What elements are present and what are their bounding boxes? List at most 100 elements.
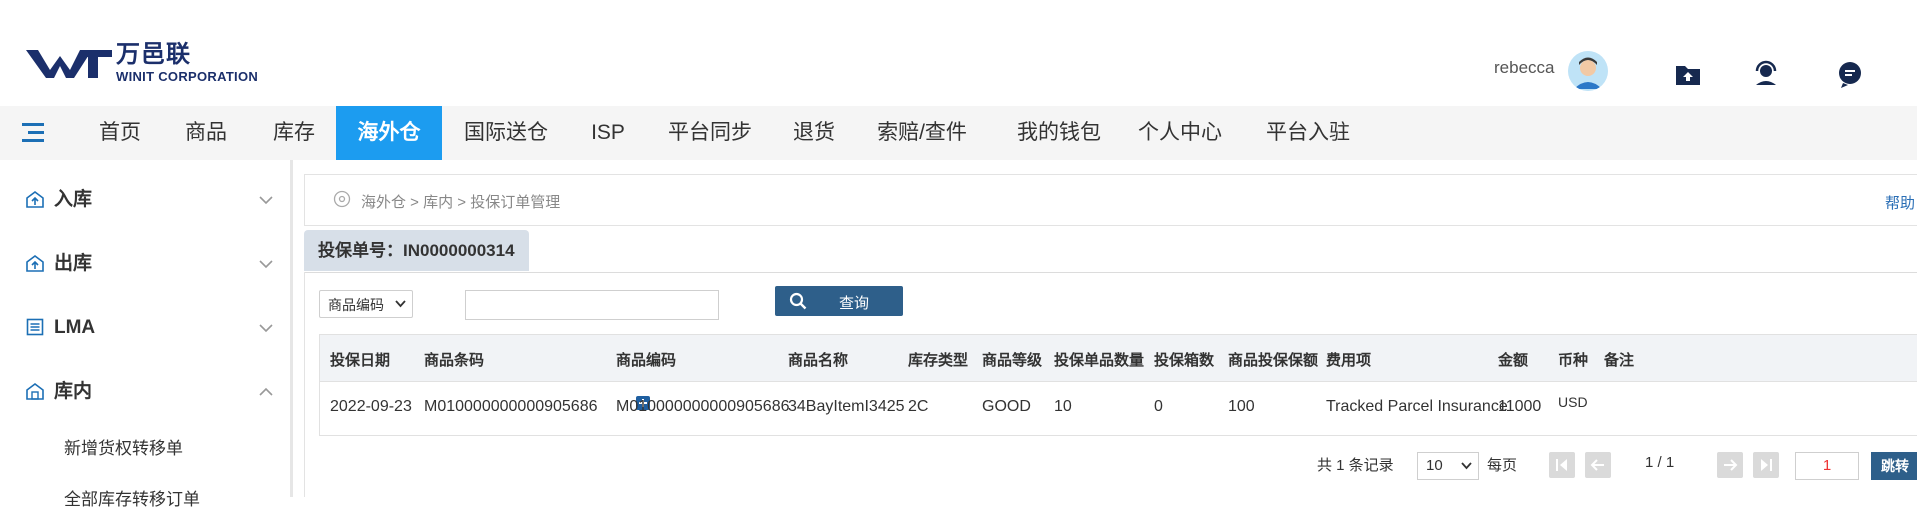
- prev-page-button[interactable]: [1585, 452, 1611, 478]
- cell-quantity: 10: [1054, 398, 1072, 415]
- menu-toggle-icon[interactable]: [22, 122, 46, 144]
- search-icon: [789, 292, 807, 310]
- sidebar-group-label: 入库: [54, 189, 93, 210]
- cell-product-code: M010000000000905686: [616, 398, 790, 415]
- sidebar-group-lma[interactable]: LMA: [24, 308, 274, 348]
- breadcrumb-text: 海外仓 > 库内 > 投保订单管理: [361, 194, 561, 211]
- username[interactable]: rebecca: [1494, 58, 1554, 78]
- main-nav: 首页 商品 库存 海外仓 国际送仓 ISP 平台同步 退货 索赔/查件 我的钱包…: [0, 106, 1917, 160]
- next-page-button[interactable]: [1717, 452, 1743, 478]
- cell-amount: 11000: [1498, 398, 1542, 415]
- avatar[interactable]: [1568, 51, 1608, 91]
- column-header[interactable]: 商品等级: [982, 349, 1042, 370]
- cell-cartons: 0: [1154, 398, 1163, 415]
- last-page-icon: [1761, 459, 1772, 471]
- page-number-input[interactable]: 1: [1795, 452, 1859, 480]
- cell-currency: USD: [1558, 394, 1588, 410]
- chevron-down-icon: [395, 300, 406, 308]
- arrow-right-icon: [1724, 459, 1738, 471]
- first-page-button[interactable]: [1549, 452, 1575, 478]
- query-button[interactable]: 查询: [775, 286, 903, 316]
- nav-item-user-center[interactable]: 个人中心: [1130, 106, 1230, 160]
- column-header[interactable]: 金额: [1498, 349, 1528, 370]
- column-header[interactable]: 投保箱数: [1154, 349, 1214, 370]
- breadcrumb: 海外仓 > 库内 > 投保订单管理 帮助: [304, 174, 1917, 226]
- query-button-label: 查询: [839, 295, 870, 312]
- folder-upload-icon[interactable]: [1672, 58, 1704, 90]
- page-status: 1 / 1: [1645, 454, 1675, 471]
- pager-total: 共 1 条记录: [1317, 457, 1394, 474]
- tab-bar: 投保单号：IN0000000314: [304, 230, 1917, 273]
- chevron-down-icon: [259, 260, 273, 269]
- nav-item-products[interactable]: 商品: [174, 106, 238, 160]
- column-header[interactable]: 商品条码: [424, 349, 484, 370]
- support-icon[interactable]: [1750, 58, 1782, 90]
- nav-item-overseas-warehouse[interactable]: 海外仓: [336, 106, 442, 160]
- nav-item-wallet[interactable]: 我的钱包: [1004, 106, 1114, 160]
- sidebar-group-inbound[interactable]: 入库: [24, 180, 274, 220]
- nav-item-platform-sync[interactable]: 平台同步: [660, 106, 760, 160]
- table-row[interactable]: 2022-09-23 M010000000000905686 M01000000…: [320, 382, 1917, 432]
- column-header[interactable]: 备注: [1604, 349, 1634, 370]
- winit-logo-mark: [26, 50, 112, 78]
- location-pin-icon: [333, 190, 351, 208]
- column-header[interactable]: 商品名称: [788, 349, 848, 370]
- column-header[interactable]: 费用项: [1326, 349, 1371, 370]
- column-header[interactable]: 商品投保保额: [1228, 349, 1318, 370]
- cell-grade: GOOD: [982, 398, 1031, 415]
- header: 万邑联 WINIT CORPORATION rebecca: [0, 0, 1917, 91]
- search-field-select[interactable]: 商品编码: [319, 290, 413, 318]
- column-header[interactable]: 商品编码: [616, 349, 676, 370]
- arrow-left-icon: [1590, 459, 1604, 471]
- first-page-icon: [1556, 459, 1567, 471]
- search-field-select-value: 商品编码: [328, 297, 384, 313]
- sidebar-item-new-ownership-transfer[interactable]: 新增货权转移单: [64, 434, 183, 459]
- help-link[interactable]: 帮助: [1885, 192, 1915, 213]
- sidebar-item-all-transfer-orders[interactable]: 全部库存转移订单: [64, 485, 200, 510]
- cell-insured-amount: 100: [1228, 398, 1255, 415]
- nav-item-international-shipping[interactable]: 国际送仓: [458, 106, 554, 160]
- warehouse-in-icon: [26, 191, 44, 208]
- sidebar-group-outbound[interactable]: 出库: [24, 244, 274, 284]
- nav-item-returns[interactable]: 退货: [782, 106, 846, 160]
- column-header[interactable]: 币种: [1558, 349, 1588, 370]
- chevron-down-icon: [259, 324, 273, 333]
- nav-item-claims[interactable]: 索赔/查件: [872, 106, 972, 160]
- brand-logo[interactable]: 万邑联 WINIT CORPORATION: [26, 38, 258, 88]
- page-size-value: 10: [1426, 457, 1443, 474]
- sidebar: 入库 出库 LMA 库内 新增货权转移单 全部库存转移订单: [0, 160, 293, 509]
- table-header: 投保日期 商品条码 商品编码 商品名称 库存类型 商品等级 投保单品数量 投保箱…: [320, 335, 1917, 382]
- sidebar-group-label: 库内: [54, 381, 93, 402]
- chevron-down-icon: [259, 196, 273, 205]
- warehouse-icon: [26, 383, 44, 400]
- logo-chinese-text: 万邑联: [116, 41, 191, 68]
- nav-item-home[interactable]: 首页: [88, 106, 152, 160]
- cell-fee-item: Tracked Parcel Insurance: [1326, 398, 1508, 415]
- column-header[interactable]: 库存类型: [908, 349, 968, 370]
- avatar-icon: [1568, 51, 1608, 91]
- jump-button[interactable]: 跳转: [1871, 452, 1917, 480]
- cell-product-name: 34BayItemI3425: [788, 398, 905, 415]
- column-header[interactable]: 投保日期: [330, 349, 390, 370]
- logo-english-text: WINIT CORPORATION: [116, 69, 259, 84]
- sidebar-group-in-warehouse[interactable]: 库内: [24, 372, 274, 412]
- message-icon[interactable]: [1834, 58, 1866, 90]
- nav-item-platform-onboarding[interactable]: 平台入驻: [1258, 106, 1358, 160]
- tab-insurance-order[interactable]: 投保单号：IN0000000314: [304, 230, 529, 271]
- sidebar-group-label: LMA: [54, 317, 96, 338]
- document-list-icon: [26, 318, 44, 336]
- cell-barcode: M010000000000905686: [424, 398, 598, 415]
- main-content: 海外仓 > 库内 > 投保订单管理 帮助 投保单号：IN0000000314 商…: [304, 174, 1917, 497]
- nav-item-isp[interactable]: ISP: [580, 106, 636, 160]
- nav-item-inventory[interactable]: 库存: [262, 106, 326, 160]
- cell-stock-type: 2C: [908, 398, 929, 415]
- column-header[interactable]: 投保单品数量: [1054, 349, 1144, 370]
- insurance-table: 投保日期 商品条码 商品编码 商品名称 库存类型 商品等级 投保单品数量 投保箱…: [319, 334, 1917, 436]
- sidebar-group-label: 出库: [54, 253, 93, 274]
- search-input[interactable]: [465, 290, 719, 320]
- chevron-down-icon: [1461, 462, 1472, 470]
- cell-insure-date: 2022-09-23: [330, 398, 412, 415]
- page-size-select[interactable]: 10: [1417, 452, 1479, 480]
- last-page-button[interactable]: [1753, 452, 1779, 478]
- order-panel: 商品编码 查询 投保日期 商品条码 商品编码 商品名称 库存类型 商品等级 投保…: [304, 272, 1917, 497]
